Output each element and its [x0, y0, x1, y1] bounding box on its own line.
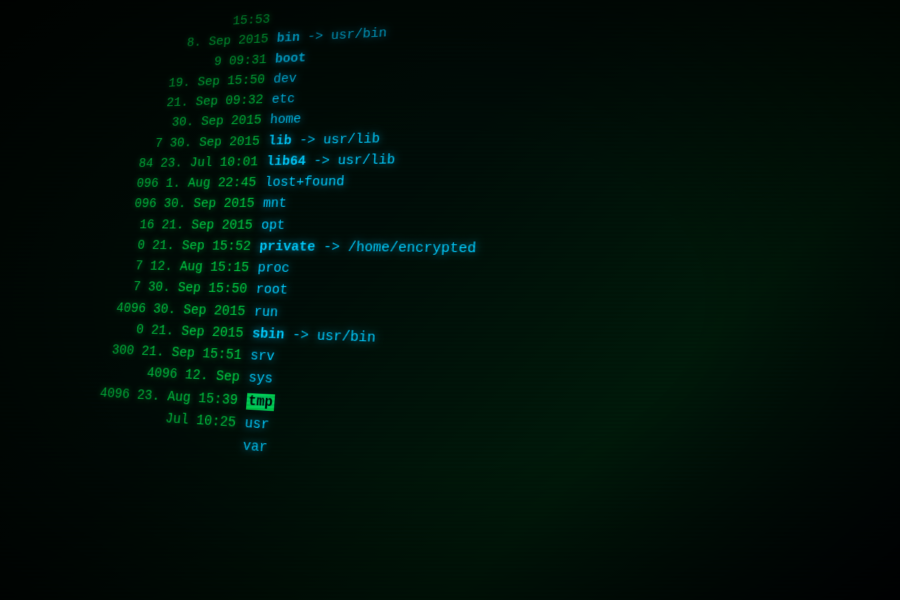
file-date: 096 1. Aug 22:45 — [22, 172, 265, 194]
terminal-window: 15:538. Sep 2015bin -> usr/bin9 09:31boo… — [0, 0, 900, 600]
file-date: 096 30. Sep 2015 — [20, 193, 264, 214]
file-name: usr — [244, 412, 270, 436]
symlink-target: /home/encrypted — [347, 239, 476, 257]
file-name: boot — [274, 48, 306, 70]
file-name: opt — [260, 215, 285, 236]
file-name: srv — [249, 345, 275, 368]
symlink-arrow: -> — [315, 239, 349, 255]
symlink-target: usr/lib — [323, 131, 381, 148]
file-name: root — [255, 279, 289, 302]
file-name: lib -> usr/lib — [267, 128, 380, 151]
symlink-arrow: -> — [284, 327, 318, 345]
file-name: lib64 -> usr/lib — [266, 149, 396, 172]
file-date: 16 21. Sep 2015 — [17, 215, 262, 236]
file-name: etc — [271, 89, 296, 110]
file-name: private -> /home/encrypted — [259, 236, 477, 260]
file-name: sys — [248, 367, 274, 391]
file-name: run — [253, 301, 279, 324]
file-name: var — [242, 435, 268, 460]
file-name: tmp — [246, 390, 276, 414]
file-name: dev — [273, 68, 298, 89]
terminal-content: 15:538. Sep 2015bin -> usr/bin9 09:31boo… — [0, 0, 900, 600]
symlink-target: usr/bin — [316, 328, 376, 347]
file-name: mnt — [262, 193, 287, 214]
symlink-arrow: -> — [305, 153, 338, 169]
file-name: lost+found — [264, 171, 345, 193]
symlink-target: usr/bin — [330, 26, 387, 44]
file-name: proc — [257, 257, 291, 279]
file-name: home — [269, 109, 302, 131]
symlink-arrow: -> — [291, 132, 324, 148]
symlink-target: usr/lib — [337, 152, 395, 169]
file-date: 84 23. Jul 10:01 — [25, 151, 268, 175]
symlink-arrow: -> — [299, 29, 331, 45]
